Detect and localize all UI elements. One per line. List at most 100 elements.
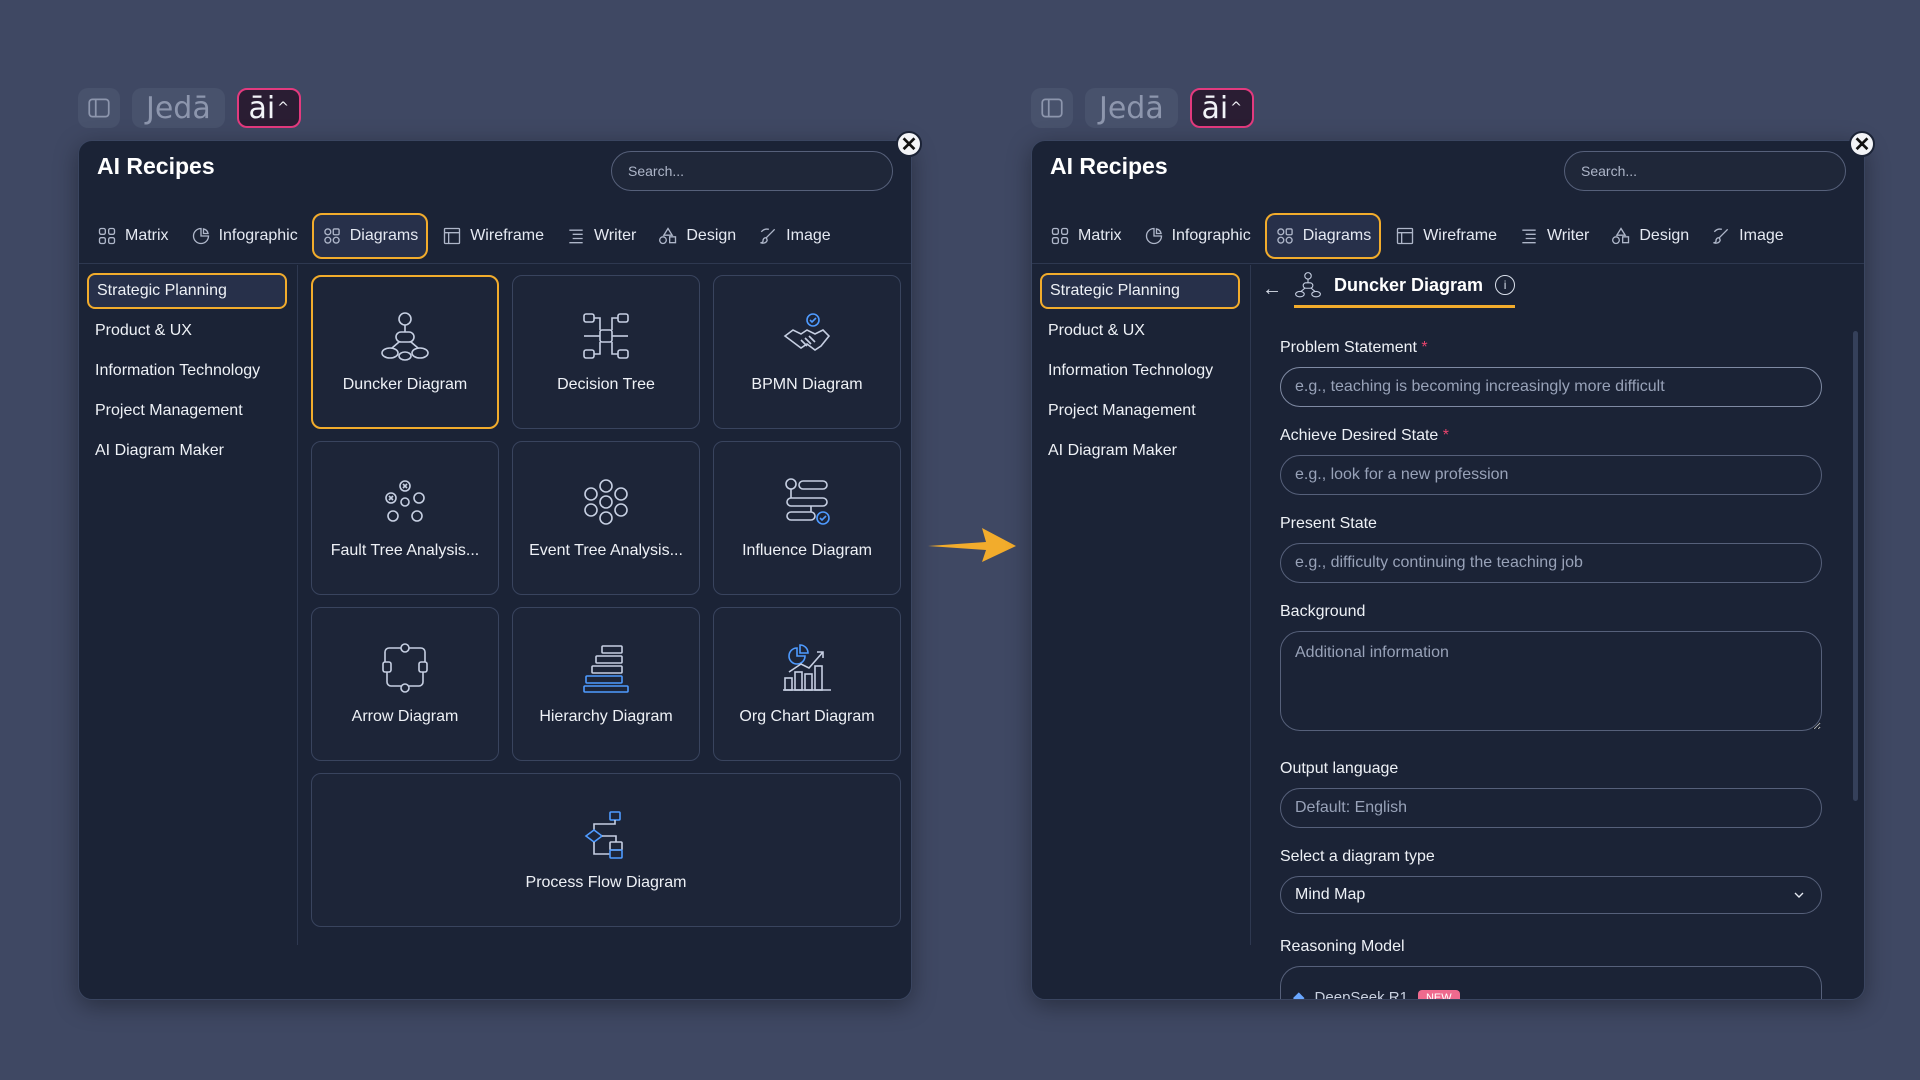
form-title: Duncker Diagram [1334,274,1484,295]
org-chart-icon [783,644,831,691]
close-icon: ✕ [1853,133,1871,156]
jeda-logo-button[interactable]: Jedā [132,88,225,128]
form-scrollbar[interactable] [1853,331,1858,801]
category-product-ux[interactable]: Product & UX [87,313,287,349]
present-state-input[interactable] [1280,543,1822,583]
output-language-label: Output language [1280,760,1399,777]
card-label: Event Tree Analysis... [529,542,683,559]
tab-design[interactable]: Design [1603,213,1697,259]
fault-tree-icon [385,480,425,522]
form-title-tab: Duncker Diagram i [1294,271,1516,308]
sidebar-toggle-button[interactable] [1031,88,1073,128]
pie-icon [1144,226,1164,246]
close-button-left[interactable]: ✕ [896,131,922,157]
search-input[interactable] [1564,151,1846,191]
output-language-input[interactable] [1280,788,1822,828]
tab-image[interactable]: Image [750,213,838,259]
sidebar-toggle-button[interactable] [78,88,120,128]
panel-title: AI Recipes [1050,153,1168,179]
chevron-up-icon: ^ [1230,100,1242,116]
process-flow-icon [584,811,623,859]
problem-statement-input[interactable] [1280,367,1822,407]
card-label: BPMN Diagram [751,376,863,393]
background-textarea[interactable] [1280,631,1822,731]
category-ai-diagram-maker[interactable]: AI Diagram Maker [87,433,287,469]
text-lines-icon [1519,226,1539,246]
card-process-flow-diagram[interactable]: Process Flow Diagram [311,773,901,927]
card-event-tree-analysis[interactable]: Event Tree Analysis... [512,441,700,595]
info-icon[interactable]: i [1495,275,1516,295]
jeda-label: Jedā [146,90,211,126]
tab-matrix[interactable]: Matrix [1042,213,1130,259]
pie-icon [191,226,211,246]
search-input[interactable] [611,151,893,191]
jeda-logo-button[interactable]: Jedā [1085,88,1178,128]
jeda-label: Jedā [1099,90,1164,126]
category-list: Strategic Planning Product & UX Informat… [1040,273,1240,473]
back-arrow-icon[interactable]: ← [1262,278,1282,301]
close-button-right[interactable]: ✕ [1849,131,1875,157]
diagram-grid: Duncker Diagram Decision Tree BPMN Diagr… [311,275,901,927]
category-strategic-planning[interactable]: Strategic Planning [87,273,287,309]
card-label: Arrow Diagram [351,708,459,725]
category-product-ux[interactable]: Product & UX [1040,313,1240,349]
influence-icon [785,478,830,525]
divider [79,263,911,264]
category-tabs: Matrix Infographic Diagrams Wireframe Wr… [89,213,839,259]
tab-diagrams[interactable]: Diagrams [1264,213,1382,259]
design-shapes-icon [658,226,678,246]
tab-label: Image [1739,227,1784,244]
hierarchy-icon [583,645,629,693]
tab-writer[interactable]: Writer [1511,213,1597,259]
card-influence-diagram[interactable]: Influence Diagram [713,441,901,595]
card-fault-tree-analysis[interactable]: Fault Tree Analysis... [311,441,499,595]
tab-label: Diagrams [349,227,419,244]
category-project-management[interactable]: Project Management [87,393,287,429]
tab-label: Wireframe [1423,227,1497,244]
tab-infographic[interactable]: Infographic [183,213,306,259]
ai-menu-button[interactable]: āi ^ [236,88,301,128]
ai-menu-button[interactable]: āi ^ [1189,88,1254,128]
tab-design[interactable]: Design [650,213,744,259]
desired-state-input[interactable] [1280,455,1822,495]
tab-diagrams[interactable]: Diagrams [311,213,429,259]
tab-infographic[interactable]: Infographic [1136,213,1259,259]
card-duncker-diagram[interactable]: Duncker Diagram [311,275,499,429]
tab-writer[interactable]: Writer [558,213,644,259]
tab-image[interactable]: Image [1703,213,1791,259]
divider [1032,263,1864,264]
shapes-icon [322,226,342,246]
card-decision-tree[interactable]: Decision Tree [512,275,700,429]
tab-wireframe[interactable]: Wireframe [1387,213,1505,259]
new-badge: NEW [1417,990,1460,999]
category-strategic-planning[interactable]: Strategic Planning [1040,273,1240,309]
divider [297,265,298,945]
card-bpmn-diagram[interactable]: BPMN Diagram [713,275,901,429]
tab-wireframe[interactable]: Wireframe [434,213,552,259]
divider [1250,265,1251,945]
tab-label: Matrix [1078,227,1122,244]
card-label: Influence Diagram [742,542,872,559]
tab-label: Infographic [1171,227,1251,244]
background-label: Background [1280,603,1366,620]
category-project-management[interactable]: Project Management [1040,393,1240,429]
label-text: Achieve Desired State [1280,427,1439,444]
card-hierarchy-diagram[interactable]: Hierarchy Diagram [512,607,700,761]
category-information-technology[interactable]: Information Technology [87,353,287,389]
top-toolbar-right: Jedā āi ^ [1031,88,1254,128]
diagram-type-select[interactable]: Mind Map [1280,876,1822,914]
required-mark: * [1421,339,1428,356]
category-information-technology[interactable]: Information Technology [1040,353,1240,389]
grid-icon [97,226,117,246]
text-lines-icon [566,226,586,246]
required-mark: * [1442,427,1449,444]
tab-label: Image [786,227,831,244]
transition-arrow-icon [928,528,1016,562]
reasoning-model-select[interactable]: ◆ DeepSeek R1 NEW [1280,966,1822,999]
tab-label: Matrix [125,227,169,244]
category-ai-diagram-maker[interactable]: AI Diagram Maker [1040,433,1240,469]
card-org-chart-diagram[interactable]: Org Chart Diagram [713,607,901,761]
present-state-label: Present State [1280,515,1377,532]
tab-matrix[interactable]: Matrix [89,213,177,259]
card-arrow-diagram[interactable]: Arrow Diagram [311,607,499,761]
